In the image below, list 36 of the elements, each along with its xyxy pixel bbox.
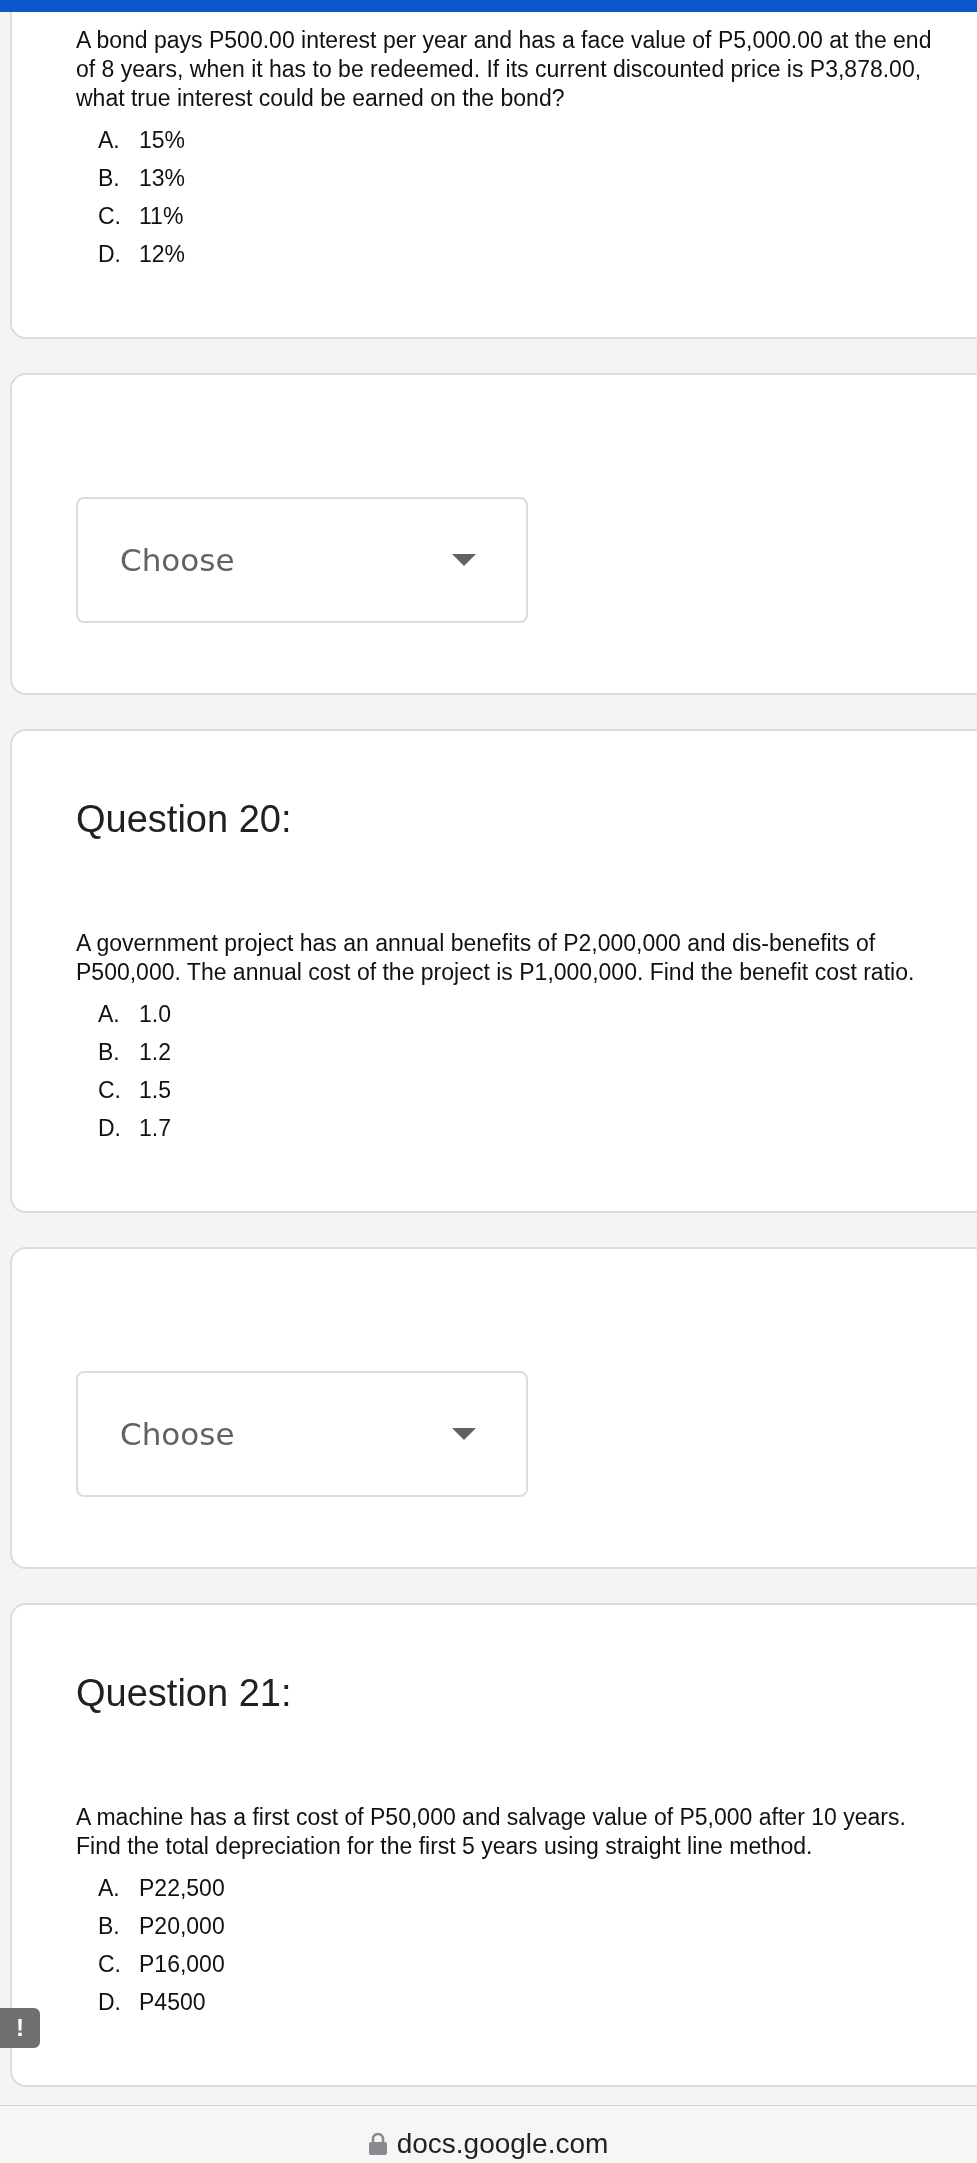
choose-dropdown[interactable]: Choose <box>76 497 528 623</box>
option-text: 12% <box>139 240 186 269</box>
option-letter: A. <box>98 1874 121 1903</box>
question-text: A bond pays P500.00 interest per year and has a face value of P5,000.00 at the end of 8 years, when it has to be redeemed. If its current discounted price is P3,878.00, what true interest could be earned on the bond? <box>76 26 933 113</box>
choose-dropdown[interactable]: Choose <box>76 1371 528 1497</box>
option-letter: D. <box>98 1114 122 1143</box>
option-text: 1.5 <box>139 1076 171 1105</box>
url-text: docs.google.com <box>396 2128 609 2159</box>
option-text: 13% <box>139 164 186 193</box>
option-letter: B. <box>98 1912 121 1941</box>
option-letter: B. <box>98 164 121 193</box>
question-text: A machine has a first cost of P50,000 and salvage value of P5,000 after 10 years. Find the total depreciation for the first 5 years using straight line method. <box>76 1803 907 1861</box>
option-letter: D. <box>98 1988 122 2017</box>
option-letter: C. <box>98 1076 122 1105</box>
option-text: P20,000 <box>139 1912 225 1941</box>
option-letter: A. <box>98 126 121 155</box>
lock-icon <box>368 2132 387 2155</box>
option-letter: B. <box>98 1038 121 1067</box>
option-text: 1.7 <box>139 1114 171 1143</box>
caret-icon <box>452 1428 476 1440</box>
option-letter: A. <box>98 1000 121 1029</box>
option-text: P22,500 <box>139 1874 225 1903</box>
option-text: 11% <box>139 202 184 231</box>
caret-icon <box>452 554 476 566</box>
option-text: 1.2 <box>139 1038 171 1067</box>
option-letter: C. <box>98 202 122 231</box>
option-text: 1.0 <box>139 1000 171 1029</box>
question-text: A government project has an annual benefits of P2,000,000 and dis-benefits of P500,000. The annual cost of the project is P1,000,000. Find the benefit cost ratio. <box>76 929 916 987</box>
option-letter: C. <box>98 1950 122 1979</box>
feedback-button[interactable]: ! <box>0 2008 40 2048</box>
option-text: P4500 <box>139 1988 206 2017</box>
option-text: 15% <box>139 126 186 155</box>
option-letter: D. <box>98 240 122 269</box>
question-title: Question 20: <box>76 797 293 841</box>
question-title: Question 21: <box>76 1671 293 1715</box>
option-text: P16,000 <box>139 1950 225 1979</box>
